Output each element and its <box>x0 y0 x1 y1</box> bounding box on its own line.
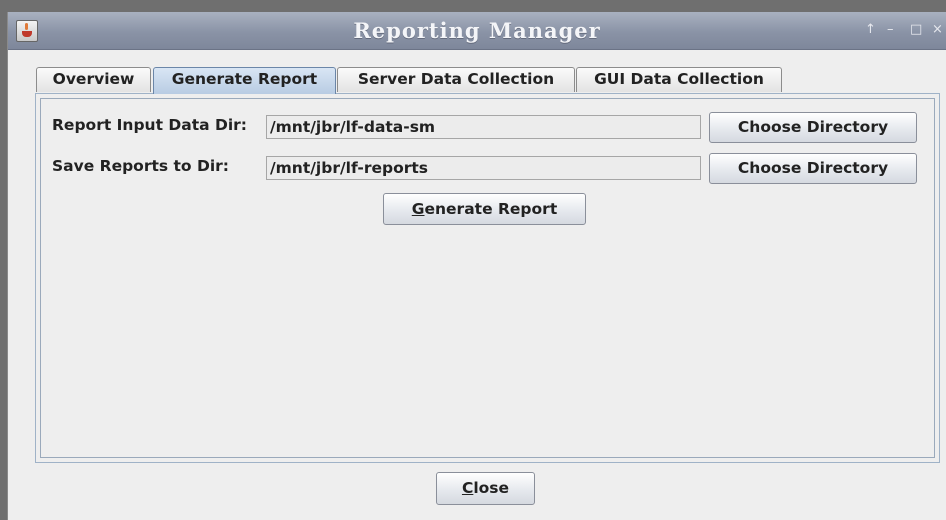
generate-report-button[interactable]: Generate Report <box>383 193 586 225</box>
tab-server-data-collection[interactable]: Server Data Collection <box>337 67 575 92</box>
choose-save-directory-button[interactable]: Choose Directory <box>709 153 917 184</box>
tab-panel <box>35 93 940 463</box>
window-title: Reporting Manager <box>353 18 601 43</box>
close-icon[interactable]: × <box>932 22 943 38</box>
generate-label-rest: enerate Report <box>424 200 558 218</box>
close-mnemonic: C <box>461 479 474 497</box>
tab-gui-data-collection[interactable]: GUI Data Collection <box>576 67 782 92</box>
input-dir-field[interactable]: /mnt/jbr/lf-data-sm <box>266 115 701 139</box>
close-button[interactable]: Close <box>436 472 535 505</box>
application-window: Reporting Manager ↑ – □ × Overview Gener… <box>7 12 946 520</box>
title-bar[interactable]: Reporting Manager ↑ – □ × <box>8 12 946 50</box>
input-dir-label: Report Input Data Dir: <box>52 116 247 134</box>
close-label-rest: lose <box>473 479 510 497</box>
maximize-icon[interactable]: □ <box>910 22 922 38</box>
tab-content-area <box>40 98 935 458</box>
pin-icon[interactable]: ↑ <box>865 22 876 38</box>
save-dir-field[interactable]: /mnt/jbr/lf-reports <box>266 156 701 180</box>
generate-mnemonic: G <box>411 200 425 218</box>
tab-generate-report[interactable]: Generate Report <box>153 67 336 94</box>
save-dir-label: Save Reports to Dir: <box>52 157 229 175</box>
minimize-icon[interactable]: – <box>887 22 894 38</box>
choose-input-directory-button[interactable]: Choose Directory <box>709 112 917 143</box>
tab-overview[interactable]: Overview <box>36 67 151 92</box>
